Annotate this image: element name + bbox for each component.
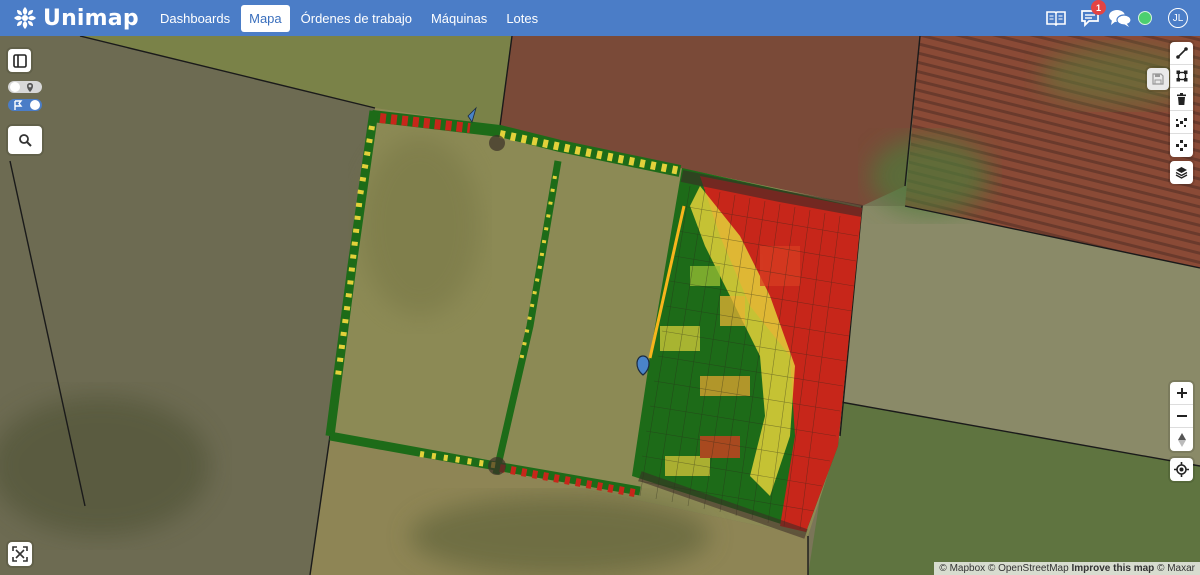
nav-mapa[interactable]: Mapa (241, 4, 290, 32)
save-button[interactable] (1147, 68, 1169, 90)
map-pin-icon (27, 83, 33, 92)
nav-right-tools: 1 JL (1040, 0, 1188, 36)
top-navbar: Unimap Dashboards Mapa Órdenes de trabaj… (0, 0, 1200, 36)
zoom-in-button[interactable] (1170, 382, 1193, 405)
zoom-out-button[interactable] (1170, 405, 1193, 428)
search-button[interactable] (8, 126, 42, 154)
chat-icon[interactable] (1108, 6, 1132, 30)
sidebar-toggle-button[interactable] (8, 49, 31, 72)
nav-maquinas[interactable]: Máquinas (423, 5, 495, 32)
nav-lotes[interactable]: Lotes (498, 5, 546, 32)
nav-ordenes-de-trabajo[interactable]: Órdenes de trabajo (293, 5, 420, 32)
geolocate-icon (1174, 462, 1189, 477)
attribution-improve-map[interactable]: Improve this map (1071, 563, 1154, 574)
trash-icon (1177, 93, 1186, 105)
delete-button[interactable] (1170, 88, 1193, 111)
notification-badge: 1 (1091, 0, 1106, 15)
book-icon[interactable] (1044, 6, 1068, 30)
zoom-in-icon (1176, 388, 1187, 398)
fullscreen-icon (12, 546, 28, 562)
compass-button[interactable] (1170, 428, 1193, 451)
draw-polygon-icon (1176, 70, 1187, 82)
draw-toolbar (1170, 42, 1193, 157)
satellite-imagery (0, 36, 1200, 575)
geolocate-button[interactable] (1170, 458, 1193, 481)
connection-status-dot (1138, 11, 1152, 25)
uncombine-button[interactable] (1170, 134, 1193, 157)
uncombine-icon (1176, 140, 1187, 151)
toggle-flags[interactable] (8, 99, 42, 111)
unimap-logo-icon (14, 7, 36, 29)
map-attribution: © Mapbox © OpenStreetMap Improve this ma… (934, 562, 1200, 575)
flag-icon (14, 100, 23, 110)
combine-button[interactable] (1170, 111, 1193, 134)
map-canvas[interactable]: © Mapbox © OpenStreetMap Improve this ma… (0, 36, 1200, 575)
draw-line-icon (1175, 47, 1188, 59)
attribution-osm[interactable]: © OpenStreetMap (988, 563, 1069, 574)
combine-icon (1176, 117, 1187, 127)
notifications-icon[interactable]: 1 (1078, 0, 1106, 30)
attribution-mapbox[interactable]: © Mapbox (939, 563, 985, 574)
compass-icon (1177, 432, 1186, 447)
user-avatar[interactable]: JL (1168, 8, 1188, 28)
layers-icon (1175, 167, 1188, 179)
brand-name: Unimap (43, 5, 139, 31)
sidebar-toggle-icon (12, 53, 27, 68)
zoom-out-icon (1176, 415, 1187, 417)
fullscreen-button[interactable] (8, 542, 32, 566)
draw-line-button[interactable] (1170, 42, 1193, 65)
draw-polygon-button[interactable] (1170, 65, 1193, 88)
save-icon (1152, 73, 1164, 85)
attribution-maxar[interactable]: © Maxar (1157, 563, 1195, 574)
layers-button[interactable] (1170, 161, 1193, 184)
brand[interactable]: Unimap (12, 5, 142, 31)
main-nav: Dashboards Mapa Órdenes de trabajo Máqui… (152, 4, 549, 32)
nav-dashboards[interactable]: Dashboards (152, 5, 238, 32)
toggle-markers[interactable] (8, 81, 42, 93)
navigation-control (1170, 382, 1193, 451)
search-icon (19, 134, 32, 147)
